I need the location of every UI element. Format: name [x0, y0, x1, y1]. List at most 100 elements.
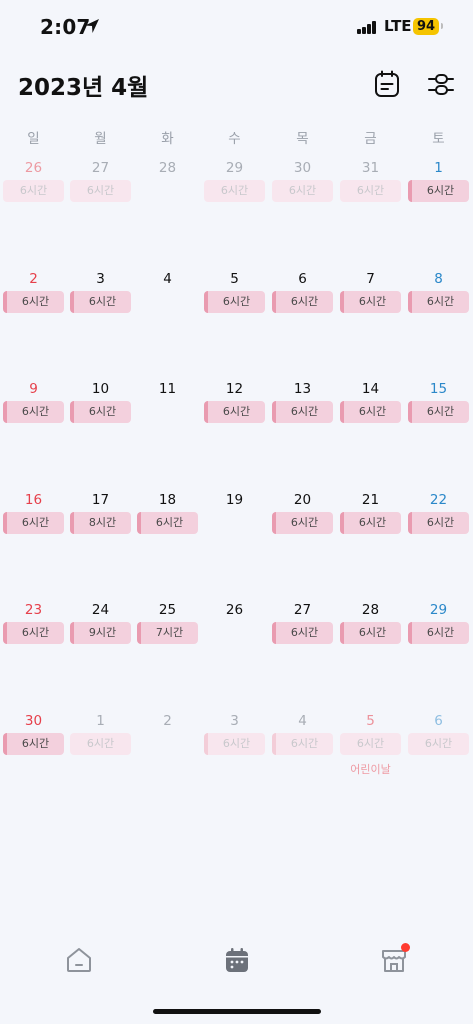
day-cell[interactable]: 21 6시간	[337, 492, 404, 572]
work-hours-chip[interactable]: 9시간	[70, 622, 131, 644]
work-hours-chip[interactable]: 6시간	[408, 622, 469, 644]
day-cell[interactable]: 13 6시간	[269, 381, 336, 461]
day-number: 29	[225, 160, 244, 176]
day-cell[interactable]: 14 6시간	[337, 381, 404, 461]
work-hours-chip[interactable]: 6시간	[340, 512, 401, 534]
day-number: 25	[158, 602, 177, 618]
day-cell[interactable]: 2	[134, 713, 201, 793]
work-hours-chip[interactable]: 6시간	[3, 512, 64, 534]
work-hours-chip[interactable]: 6시간	[340, 622, 401, 644]
work-hours-chip[interactable]: 6시간	[408, 180, 469, 202]
work-hours-chip[interactable]: 7시간	[137, 622, 198, 644]
day-cell[interactable]: 1 6시간	[405, 160, 472, 240]
day-cell[interactable]: 8 6시간	[405, 271, 472, 351]
work-hours-chip[interactable]: 6시간	[3, 733, 64, 755]
work-hours-chip[interactable]: 6시간	[408, 733, 469, 755]
work-hours-chip[interactable]: 6시간	[340, 733, 401, 755]
day-cell[interactable]: 25 7시간	[134, 602, 201, 682]
day-cell[interactable]: 26 6시간	[0, 160, 67, 240]
day-cell[interactable]: 11	[134, 381, 201, 461]
day-cell[interactable]: 4	[134, 271, 201, 351]
work-hours-chip[interactable]: 6시간	[272, 733, 333, 755]
work-hours-chip[interactable]: 6시간	[137, 512, 198, 534]
day-cell[interactable]: 1 6시간	[67, 713, 134, 793]
day-cell[interactable]: 29 6시간	[405, 602, 472, 682]
battery-icon: 94	[413, 18, 439, 35]
day-cell[interactable]: 31 6시간	[337, 160, 404, 240]
work-hours-chip[interactable]: 6시간	[340, 401, 401, 423]
work-hours-chip[interactable]: 6시간	[272, 401, 333, 423]
day-number: 7	[366, 271, 375, 287]
day-cell[interactable]: 5 6시간	[201, 271, 268, 351]
day-cell[interactable]: 16 6시간	[0, 492, 67, 572]
work-hours-chip[interactable]: 6시간	[70, 291, 131, 313]
day-cell[interactable]: 2 6시간	[0, 271, 67, 351]
day-cell[interactable]: 6 6시간	[269, 271, 336, 351]
work-hours-chip[interactable]: 6시간	[272, 291, 333, 313]
work-hours-chip[interactable]: 6시간	[340, 291, 401, 313]
day-number: 13	[293, 381, 312, 397]
work-hours-chip[interactable]: 6시간	[408, 512, 469, 534]
day-cell[interactable]: 18 6시간	[134, 492, 201, 572]
day-cell[interactable]: 26	[201, 602, 268, 682]
day-cell[interactable]: 24 9시간	[67, 602, 134, 682]
work-hours-chip[interactable]: 6시간	[272, 622, 333, 644]
work-hours-chip[interactable]: 6시간	[70, 180, 131, 202]
day-cell[interactable]: 7 6시간	[337, 271, 404, 351]
day-cell[interactable]: 28	[134, 160, 201, 240]
day-cell[interactable]: 12 6시간	[201, 381, 268, 461]
work-hours-chip[interactable]: 6시간	[3, 401, 64, 423]
day-number: 2	[29, 271, 38, 287]
day-cell[interactable]: 6 6시간	[405, 713, 472, 793]
weekday-label: 금	[364, 131, 377, 147]
day-cell[interactable]: 9 6시간	[0, 381, 67, 461]
home-indicator	[153, 1009, 321, 1014]
day-cell[interactable]: 30 6시간	[0, 713, 67, 793]
work-hours-chip[interactable]: 8시간	[70, 512, 131, 534]
calendar-note-icon[interactable]	[374, 70, 400, 98]
day-number: 1	[96, 713, 105, 729]
day-cell[interactable]: 30 6시간	[269, 160, 336, 240]
day-cell[interactable]: 28 6시간	[337, 602, 404, 682]
work-hours-chip[interactable]: 6시간	[408, 291, 469, 313]
day-cell[interactable]: 23 6시간	[0, 602, 67, 682]
day-cell[interactable]: 3 6시간	[67, 271, 134, 351]
day-number: 29	[429, 602, 448, 618]
day-number: 10	[91, 381, 110, 397]
work-hours-chip[interactable]: 6시간	[272, 512, 333, 534]
day-number: 16	[24, 492, 43, 508]
work-hours-chip[interactable]: 6시간	[3, 622, 64, 644]
network-label: LTE	[384, 17, 412, 35]
calendar-icon[interactable]	[223, 946, 251, 974]
day-cell[interactable]: 17 8시간	[67, 492, 134, 572]
day-cell[interactable]: 10 6시간	[67, 381, 134, 461]
weekday-label: 월	[94, 131, 107, 147]
work-hours-chip[interactable]: 6시간	[204, 401, 265, 423]
filter-sliders-icon[interactable]	[428, 70, 454, 98]
day-cell[interactable]: 3 6시간	[201, 713, 268, 793]
work-hours-chip[interactable]: 6시간	[204, 733, 265, 755]
day-number: 27	[91, 160, 110, 176]
day-cell[interactable]: 27 6시간	[67, 160, 134, 240]
work-hours-chip[interactable]: 6시간	[3, 180, 64, 202]
day-cell[interactable]: 5 6시간 어린이날	[337, 713, 404, 793]
day-cell[interactable]: 29 6시간	[201, 160, 268, 240]
work-hours-chip[interactable]: 6시간	[204, 180, 265, 202]
day-number: 22	[429, 492, 448, 508]
day-cell[interactable]: 20 6시간	[269, 492, 336, 572]
day-cell[interactable]: 19	[201, 492, 268, 572]
weekday-label: 토	[432, 131, 445, 147]
work-hours-chip[interactable]: 6시간	[70, 733, 131, 755]
day-cell[interactable]: 22 6시간	[405, 492, 472, 572]
day-cell[interactable]: 15 6시간	[405, 381, 472, 461]
work-hours-chip[interactable]: 6시간	[340, 180, 401, 202]
day-cell[interactable]: 27 6시간	[269, 602, 336, 682]
day-cell[interactable]: 4 6시간	[269, 713, 336, 793]
work-hours-chip[interactable]: 6시간	[70, 401, 131, 423]
day-number: 6	[298, 271, 307, 287]
work-hours-chip[interactable]: 6시간	[204, 291, 265, 313]
work-hours-chip[interactable]: 6시간	[272, 180, 333, 202]
work-hours-chip[interactable]: 6시간	[408, 401, 469, 423]
home-icon[interactable]	[65, 946, 93, 974]
work-hours-chip[interactable]: 6시간	[3, 291, 64, 313]
